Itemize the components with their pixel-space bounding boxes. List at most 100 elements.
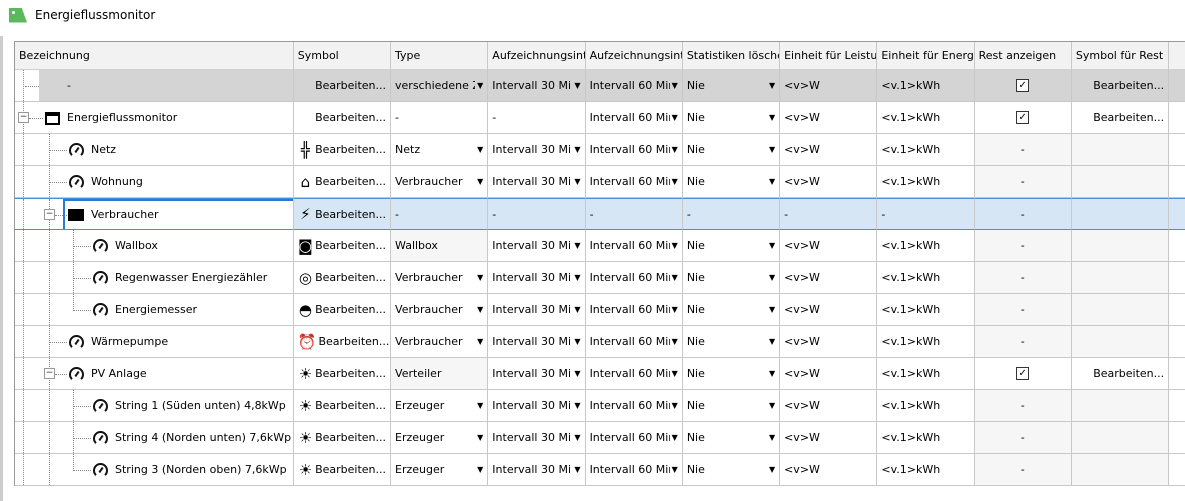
rest-symbol-cell[interactable] xyxy=(1071,390,1170,422)
type-cell[interactable]: Verbraucher ▼ xyxy=(391,326,489,358)
table-row[interactable]: Regenwasser Energiezähler ◎ Bearbeiten... V… xyxy=(15,262,1185,294)
leistung-cell[interactable]: <v>W xyxy=(780,294,878,326)
symbol-cell[interactable]: ☀ Bearbeiten... xyxy=(293,454,392,486)
aufz1-cell[interactable]: Intervall 30 Minu▼ xyxy=(488,326,586,358)
dropdown-arrow-icon[interactable]: ▼ xyxy=(477,273,483,282)
stat-cell[interactable]: Nie ▼ xyxy=(682,454,781,486)
dropdown-arrow-icon[interactable]: ▼ xyxy=(672,465,678,474)
type-cell[interactable]: Erzeuger ▼ xyxy=(391,422,489,454)
energie-cell[interactable]: <v.1>kWh xyxy=(877,294,975,326)
edit-rest-symbol-button[interactable]: Bearbeiten... xyxy=(1093,367,1164,380)
leistung-cell[interactable]: <v>W xyxy=(780,422,878,454)
edit-symbol-button[interactable]: Bearbeiten... xyxy=(315,271,386,284)
aufz2-cell[interactable]: Intervall 60 Minu▼ xyxy=(585,134,683,166)
table-row[interactable]: − Energieflussmonitor Bearbeiten... - - Inter… xyxy=(15,102,1185,134)
rest-symbol-cell[interactable]: Bearbeiten... xyxy=(1071,70,1170,102)
dropdown-arrow-icon[interactable]: ▼ xyxy=(672,113,678,122)
type-cell[interactable]: - xyxy=(391,102,489,134)
name-cell[interactable]: String 4 (Norden unten) 7,6kWp xyxy=(15,422,294,454)
column-header[interactable]: Symbol xyxy=(293,42,392,70)
rest-anzeigen-cell[interactable]: ✓ xyxy=(974,102,1072,134)
rest-checkbox[interactable]: ✓ xyxy=(1016,367,1030,380)
symbol-cell[interactable]: ☀ Bearbeiten... xyxy=(293,358,392,390)
aufz1-cell[interactable]: Intervall 30 Minu▼ xyxy=(488,262,586,294)
edit-symbol-button[interactable]: Bearbeiten... xyxy=(315,143,386,156)
collapse-toggle[interactable]: − xyxy=(44,209,55,220)
stat-cell[interactable]: Nie ▼ xyxy=(682,134,781,166)
column-header[interactable]: Rest anzeigen xyxy=(974,42,1072,70)
dropdown-arrow-icon[interactable]: ▼ xyxy=(769,241,775,250)
dropdown-arrow-icon[interactable]: ▼ xyxy=(672,145,678,154)
column-header[interactable]: Aufzeichnungsint xyxy=(488,42,586,70)
name-cell[interactable]: Wohnung xyxy=(15,166,294,198)
column-header[interactable] xyxy=(1169,42,1185,70)
edit-symbol-button[interactable]: Bearbeiten... xyxy=(315,367,386,380)
dropdown-arrow-icon[interactable]: ▼ xyxy=(672,273,678,282)
leistung-cell[interactable]: <v>W xyxy=(780,454,878,486)
edit-symbol-button[interactable]: Bearbeiten... xyxy=(315,208,386,221)
dropdown-arrow-icon[interactable]: ▼ xyxy=(477,145,483,154)
symbol-cell[interactable]: ╬ Bearbeiten... xyxy=(293,134,392,166)
collapse-toggle[interactable]: − xyxy=(44,368,55,379)
name-cell[interactable]: String 1 (Süden unten) 4,8kWp xyxy=(15,390,294,422)
type-cell[interactable]: Verbraucher ▼ xyxy=(391,294,489,326)
table-row[interactable]: String 4 (Norden unten) 7,6kWp ☀ Bearbeite… xyxy=(15,422,1185,454)
dropdown-arrow-icon[interactable]: ▼ xyxy=(574,369,580,378)
symbol-cell[interactable]: ⚡ Bearbeiten... xyxy=(293,198,392,230)
leistung-cell[interactable]: <v>W xyxy=(780,102,878,134)
aufz2-cell[interactable]: Intervall 60 Minu▼ xyxy=(585,422,683,454)
edit-symbol-button[interactable]: Bearbeiten... xyxy=(315,431,386,444)
energie-cell[interactable]: - xyxy=(877,198,975,230)
aufz2-cell[interactable]: Intervall 60 Minu▼ xyxy=(585,454,683,486)
table-row[interactable]: Wallbox ◙ Bearbeiten... Wallbox Intervall 30… xyxy=(15,230,1185,262)
rest-anzeigen-cell[interactable]: ✓ xyxy=(974,70,1072,102)
aufz2-cell[interactable]: Intervall 60 Minu▼ xyxy=(585,294,683,326)
energie-cell[interactable]: <v.1>kWh xyxy=(877,102,975,134)
aufz1-cell[interactable]: - xyxy=(488,102,586,134)
leistung-cell[interactable]: <v>W xyxy=(780,262,878,294)
dropdown-arrow-icon[interactable]: ▼ xyxy=(769,145,775,154)
column-header[interactable]: Einheit für Energie xyxy=(877,42,975,70)
rest-symbol-cell[interactable] xyxy=(1071,198,1170,230)
type-cell[interactable]: Verteiler xyxy=(391,358,489,390)
dropdown-arrow-icon[interactable]: ▼ xyxy=(574,465,580,474)
edit-symbol-button[interactable]: Bearbeiten... xyxy=(315,303,386,316)
dropdown-arrow-icon[interactable]: ▼ xyxy=(769,113,775,122)
stat-cell[interactable]: Nie ▼ xyxy=(682,422,781,454)
leistung-cell[interactable]: <v>W xyxy=(780,326,878,358)
table-row[interactable]: -Bearbeiten...verschiedene Zu▼Intervall … xyxy=(15,70,1185,102)
name-cell[interactable]: Regenwasser Energiezähler xyxy=(15,262,294,294)
dropdown-arrow-icon[interactable]: ▼ xyxy=(672,369,678,378)
dropdown-arrow-icon[interactable]: ▼ xyxy=(672,433,678,442)
dropdown-arrow-icon[interactable]: ▼ xyxy=(672,337,678,346)
column-header[interactable]: Type xyxy=(391,42,489,70)
dropdown-arrow-icon[interactable]: ▼ xyxy=(672,241,678,250)
edit-symbol-button[interactable]: Bearbeiten... xyxy=(315,79,386,92)
aufz2-cell[interactable]: Intervall 60 Minu▼ xyxy=(585,358,683,390)
name-cell[interactable]: − Energieflussmonitor xyxy=(15,102,294,134)
leistung-cell[interactable]: <v>W xyxy=(780,358,878,390)
symbol-cell[interactable]: ⌂ Bearbeiten... xyxy=(293,166,392,198)
rest-symbol-cell[interactable] xyxy=(1071,262,1170,294)
symbol-cell[interactable]: ⏰ Bearbeiten... xyxy=(293,326,392,358)
dropdown-arrow-icon[interactable]: ▼ xyxy=(574,241,580,250)
column-header[interactable]: Statistiken löschen xyxy=(682,42,781,70)
dropdown-arrow-icon[interactable]: ▼ xyxy=(574,145,580,154)
rest-checkbox[interactable]: ✓ xyxy=(1016,111,1030,124)
aufz1-cell[interactable]: Intervall 30 Minu▼ xyxy=(488,230,586,262)
name-cell[interactable]: − Verbraucher xyxy=(15,198,294,230)
aufz1-cell[interactable]: Intervall 30 Minu▼ xyxy=(488,358,586,390)
name-cell[interactable]: Wallbox xyxy=(15,230,294,262)
symbol-cell[interactable]: ☀ Bearbeiten... xyxy=(293,422,392,454)
symbol-cell[interactable]: Bearbeiten... xyxy=(293,70,392,102)
type-cell[interactable]: verschiedene Zu▼ xyxy=(391,70,489,102)
leistung-cell[interactable]: <v>W xyxy=(780,134,878,166)
stat-cell[interactable]: Nie ▼ xyxy=(682,102,781,134)
stat-cell[interactable]: Nie ▼ xyxy=(682,326,781,358)
column-header[interactable]: Aufzeichnungsint xyxy=(585,42,683,70)
aufz2-cell[interactable]: Intervall 60 Minu▼ xyxy=(585,230,683,262)
rest-symbol-cell[interactable] xyxy=(1071,134,1170,166)
collapse-toggle[interactable]: − xyxy=(18,112,29,123)
aufz2-cell[interactable]: Intervall 60 Minu▼ xyxy=(585,262,683,294)
name-cell[interactable]: Energiemesser xyxy=(15,294,294,326)
